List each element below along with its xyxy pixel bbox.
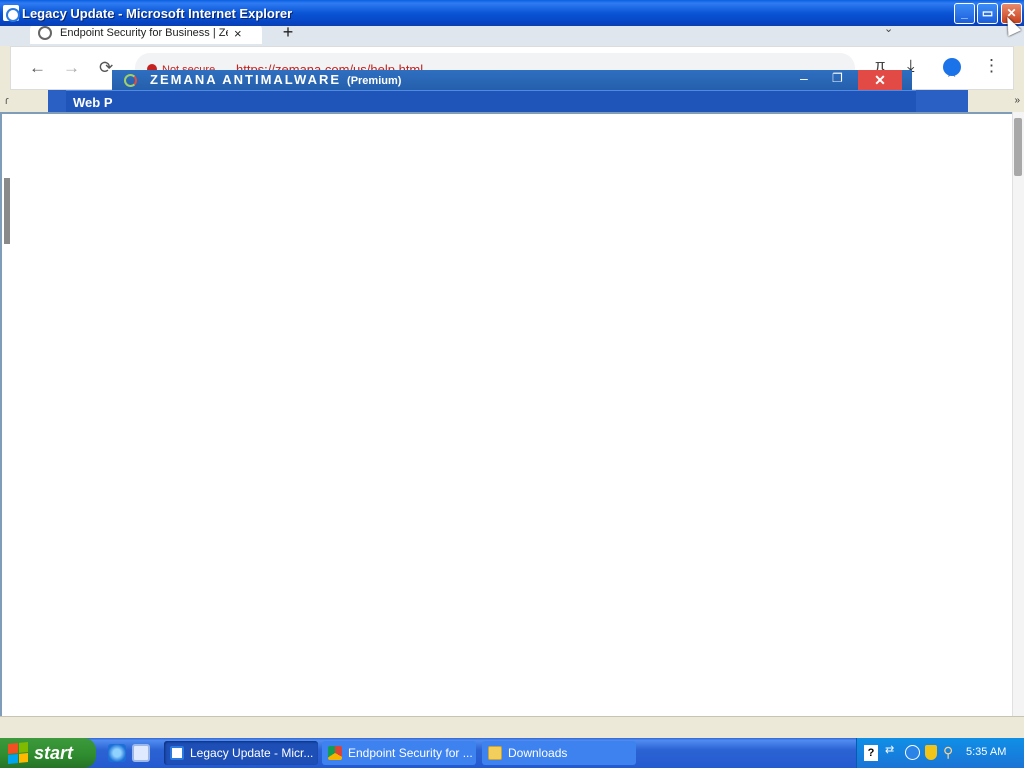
back-icon[interactable]: ← — [29, 58, 46, 78]
taskbar-item-endpoint-security[interactable]: Endpoint Security for ... — [322, 741, 476, 765]
ie-status-bar — [0, 716, 1024, 738]
globe-icon — [38, 26, 52, 40]
ie-icon — [170, 746, 184, 760]
security-shield-icon[interactable] — [925, 745, 937, 760]
quicklaunch-ie-icon[interactable] — [108, 744, 126, 762]
zemana-tray-icon[interactable] — [905, 745, 920, 760]
maximize-button[interactable]: ▭ — [977, 3, 998, 24]
search-tray-icon[interactable]: ⚲ — [943, 744, 953, 761]
tab-close-icon[interactable]: × — [234, 26, 242, 41]
zemana-app-name: ZEMANA ANTIMALWARE (Premium) — [150, 72, 402, 87]
ie-left-stub: ɾ — [0, 90, 48, 112]
scrollbar-thumb[interactable] — [1014, 118, 1022, 176]
windows-flag-icon — [8, 741, 28, 765]
start-button[interactable]: start — [0, 738, 96, 768]
vertical-scrollbar[interactable] — [1012, 112, 1024, 716]
ie-app-icon — [3, 5, 20, 22]
zemana-titlebar[interactable]: ZEMANA ANTIMALWARE (Premium) – ❐ ✕ — [112, 70, 912, 90]
web-panel-title: Web P — [66, 90, 916, 112]
network-icon[interactable]: ⇄ — [885, 743, 894, 756]
desktop: Endpoint Security for Business | Ze × + … — [0, 0, 1024, 768]
taskbar-item-downloads[interactable]: Downloads — [482, 741, 636, 765]
help-icon[interactable]: ? — [864, 745, 878, 761]
task-label: Endpoint Security for ... — [348, 746, 473, 760]
ie-titlebar[interactable]: Legacy Update - Microsoft Internet Explo… — [0, 0, 1024, 26]
ie-content-area — [0, 112, 1024, 716]
window-title: Legacy Update - Microsoft Internet Explo… — [22, 5, 293, 21]
forward-icon[interactable]: → — [63, 58, 80, 78]
minimize-button[interactable]: _ — [954, 3, 975, 24]
left-scroll-indicator — [4, 178, 10, 244]
taskbar-item-legacy-update[interactable]: Legacy Update - Micr... — [164, 741, 318, 765]
profile-avatar-icon[interactable] — [943, 58, 961, 76]
zemana-logo-icon — [124, 74, 137, 87]
task-label: Downloads — [508, 746, 568, 760]
zemana-edition: (Premium) — [347, 75, 402, 87]
zemana-close-button[interactable]: ✕ — [858, 70, 902, 90]
more-menu-icon[interactable]: ⋮ — [983, 56, 1000, 76]
quicklaunch-desktop-icon[interactable] — [132, 744, 150, 762]
ie-right-chevron[interactable]: » — [968, 90, 1024, 112]
task-label: Legacy Update - Micr... — [190, 746, 314, 760]
folder-icon — [488, 746, 502, 760]
zemana-minimize-button[interactable]: – — [800, 70, 808, 86]
chrome-icon — [328, 746, 342, 760]
clock: 5:35 AM — [966, 746, 1007, 758]
tab-title: Endpoint Security for Business | Ze — [60, 27, 228, 39]
zemana-maximize-button[interactable]: ❐ — [832, 71, 843, 85]
start-label: start — [34, 742, 74, 763]
